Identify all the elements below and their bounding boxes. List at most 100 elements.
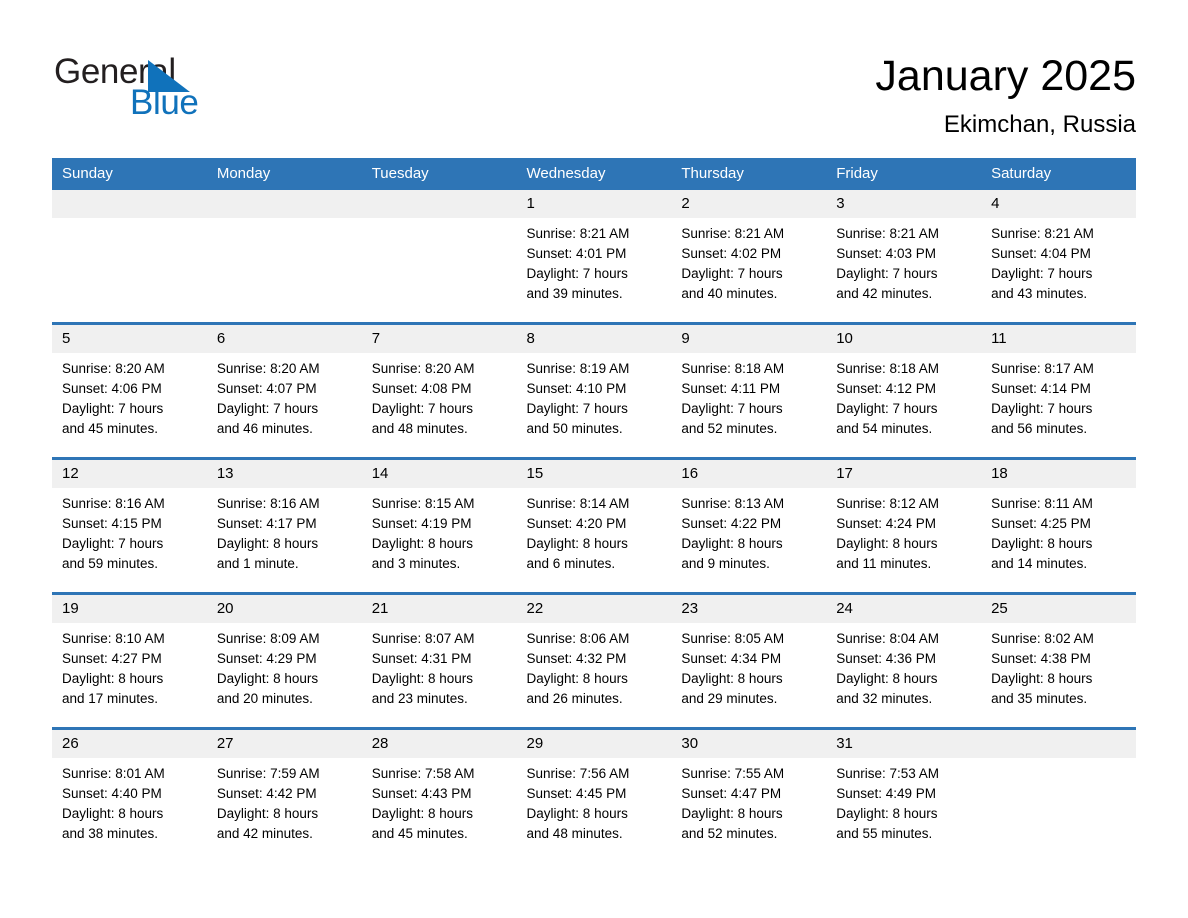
- logo-text-blue: Blue: [130, 83, 199, 122]
- sunrise-text: Sunrise: 8:21 AM: [836, 226, 940, 241]
- sunrise-text: Sunrise: 7:58 AM: [371, 766, 475, 781]
- calendar-week-row: 19 Sunrise: 8:10 AM Sunset: 4:27 PM Dayligh…: [52, 592, 1136, 713]
- sunset-text: Sunset: 4:36 PM: [836, 651, 937, 666]
- sunrise-text: Sunrise: 8:20 AM: [62, 361, 165, 376]
- calendar-day-cell[interactable]: 23 Sunrise: 8:05 AM Sunset: 4:34 PM Dayligh…: [671, 592, 827, 713]
- calendar-day-cell[interactable]: 11 Sunrise: 8:17 AM Sunset: 4:14 PM Dayligh…: [981, 322, 1136, 443]
- sunrise-text: Sunrise: 8:05 AM: [681, 631, 785, 646]
- sunrise-text: Sunrise: 8:07 AM: [371, 631, 475, 646]
- sunset-text: Sunset: 4:38 PM: [991, 651, 1091, 666]
- dow-header-tuesday: Tuesday: [361, 158, 517, 190]
- sunrise-text: Sunrise: 8:21 AM: [991, 226, 1094, 241]
- daylight-text: and 52 minutes.: [681, 826, 778, 841]
- calendar-day-cell[interactable]: 30 Sunrise: 7:55 AM Sunset: 4:47 PM Dayligh…: [671, 727, 827, 848]
- daylight-text: Daylight: 8 hours: [836, 671, 938, 686]
- day-number: 19: [52, 595, 207, 623]
- daylight-text: and 45 minutes.: [371, 826, 468, 841]
- calendar-day-cell[interactable]: 4 Sunrise: 8:21 AM Sunset: 4:04 PM Daylight…: [981, 190, 1136, 308]
- daylight-text: and 29 minutes.: [681, 691, 778, 706]
- calendar-day-cell[interactable]: 28 Sunrise: 7:58 AM Sunset: 4:43 PM Dayligh…: [361, 727, 517, 848]
- calendar-day-cell[interactable]: 9 Sunrise: 8:18 AM Sunset: 4:11 PM Daylight…: [671, 322, 827, 443]
- sunrise-text: Sunrise: 8:16 AM: [62, 496, 165, 511]
- week-spacer: [52, 713, 1136, 729]
- daylight-text: and 9 minutes.: [681, 556, 770, 571]
- daylight-text: Daylight: 7 hours: [62, 401, 164, 416]
- calendar-day-cell[interactable]: 26 Sunrise: 8:01 AM Sunset: 4:40 PM Dayligh…: [52, 727, 207, 848]
- calendar-day-cell[interactable]: 17 Sunrise: 8:12 AM Sunset: 4:24 PM Dayligh…: [826, 457, 982, 578]
- calendar-day-cell[interactable]: 20 Sunrise: 8:09 AM Sunset: 4:29 PM Dayligh…: [206, 592, 362, 713]
- day-number: 25: [981, 595, 1136, 623]
- sunset-text: Sunset: 4:01 PM: [526, 246, 627, 261]
- calendar-day-cell[interactable]: 8 Sunrise: 8:19 AM Sunset: 4:10 PM Daylight…: [516, 322, 672, 443]
- sunset-text: Sunset: 4:32 PM: [526, 651, 627, 666]
- day-details: Sunrise: 8:15 AM Sunset: 4:19 PM Daylight:…: [362, 488, 517, 574]
- daylight-text: and 45 minutes.: [62, 421, 159, 436]
- calendar-day-cell[interactable]: 15 Sunrise: 8:14 AM Sunset: 4:20 PM Dayligh…: [516, 457, 672, 578]
- calendar-day-cell[interactable]: 1 Sunrise: 8:21 AM Sunset: 4:01 PM Daylight…: [516, 190, 672, 308]
- calendar-day-cell[interactable]: 2 Sunrise: 8:21 AM Sunset: 4:02 PM Daylight…: [671, 190, 827, 308]
- daylight-text: Daylight: 8 hours: [836, 806, 938, 821]
- dow-header-sunday: Sunday: [52, 158, 207, 190]
- daylight-text: and 17 minutes.: [62, 691, 159, 706]
- calendar-day-cell[interactable]: 16 Sunrise: 8:13 AM Sunset: 4:22 PM Dayligh…: [671, 457, 827, 578]
- generalblue-logo[interactable]: General Blue: [54, 52, 294, 124]
- sunset-text: Sunset: 4:06 PM: [62, 381, 162, 396]
- calendar-day-cell[interactable]: 18 Sunrise: 8:11 AM Sunset: 4:25 PM Dayligh…: [981, 457, 1136, 578]
- day-details: Sunrise: 8:21 AM Sunset: 4:02 PM Daylight:…: [671, 218, 826, 304]
- calendar-day-cell[interactable]: 27 Sunrise: 7:59 AM Sunset: 4:42 PM Dayligh…: [206, 727, 362, 848]
- day-number: 3: [826, 190, 982, 218]
- sunrise-text: Sunrise: 8:10 AM: [62, 631, 165, 646]
- calendar-day-cell[interactable]: 7 Sunrise: 8:20 AM Sunset: 4:08 PM Daylight…: [361, 322, 517, 443]
- calendar-week-row: 12 Sunrise: 8:16 AM Sunset: 4:15 PM Dayligh…: [52, 457, 1136, 578]
- dow-header-friday: Friday: [826, 158, 982, 190]
- calendar-day-cell[interactable]: 21 Sunrise: 8:07 AM Sunset: 4:31 PM Dayligh…: [361, 592, 517, 713]
- daylight-text: Daylight: 7 hours: [836, 401, 938, 416]
- daylight-text: and 50 minutes.: [526, 421, 623, 436]
- sunrise-text: Sunrise: 8:17 AM: [991, 361, 1094, 376]
- sunset-text: Sunset: 4:42 PM: [216, 786, 317, 801]
- daylight-text: and 59 minutes.: [62, 556, 159, 571]
- sunset-text: Sunset: 4:08 PM: [371, 381, 472, 396]
- sunrise-text: Sunrise: 8:15 AM: [371, 496, 475, 511]
- daylight-text: and 40 minutes.: [681, 286, 778, 301]
- calendar-day-cell-empty: [361, 190, 517, 308]
- week-spacer-cell: [52, 443, 1136, 459]
- daylight-text: Daylight: 8 hours: [681, 806, 783, 821]
- calendar-day-cell[interactable]: 3 Sunrise: 8:21 AM Sunset: 4:03 PM Daylight…: [826, 190, 982, 308]
- day-number: [206, 190, 362, 218]
- sunrise-text: Sunrise: 8:11 AM: [991, 496, 1093, 511]
- calendar-day-cell[interactable]: 29 Sunrise: 7:56 AM Sunset: 4:45 PM Dayligh…: [516, 727, 672, 848]
- sunset-text: Sunset: 4:34 PM: [681, 651, 782, 666]
- daylight-text: Daylight: 7 hours: [991, 266, 1093, 281]
- sunset-text: Sunset: 4:17 PM: [216, 516, 317, 531]
- daylight-text: Daylight: 7 hours: [371, 401, 473, 416]
- daylight-text: and 32 minutes.: [836, 691, 933, 706]
- calendar-day-cell[interactable]: 14 Sunrise: 8:15 AM Sunset: 4:19 PM Dayligh…: [361, 457, 517, 578]
- dow-header-thursday: Thursday: [671, 158, 827, 190]
- calendar-day-cell[interactable]: 22 Sunrise: 8:06 AM Sunset: 4:32 PM Dayligh…: [516, 592, 672, 713]
- day-number: [361, 190, 517, 218]
- sunset-text: Sunset: 4:19 PM: [371, 516, 472, 531]
- day-details: Sunrise: 8:20 AM Sunset: 4:07 PM Daylight:…: [207, 353, 362, 439]
- daylight-text: and 55 minutes.: [836, 826, 933, 841]
- calendar-day-cell[interactable]: 5 Sunrise: 8:20 AM Sunset: 4:06 PM Daylight…: [52, 322, 207, 443]
- title-block: January 2025 Ekimchan, Russia: [875, 50, 1136, 140]
- daylight-text: and 26 minutes.: [526, 691, 623, 706]
- calendar-day-cell[interactable]: 24 Sunrise: 8:04 AM Sunset: 4:36 PM Dayligh…: [826, 592, 982, 713]
- calendar-day-cell[interactable]: 10 Sunrise: 8:18 AM Sunset: 4:12 PM Dayligh…: [826, 322, 982, 443]
- day-number: 27: [206, 730, 362, 758]
- calendar-day-cell[interactable]: 19 Sunrise: 8:10 AM Sunset: 4:27 PM Dayligh…: [52, 592, 207, 713]
- day-details: Sunrise: 8:07 AM Sunset: 4:31 PM Daylight:…: [362, 623, 517, 709]
- calendar-day-cell-empty: [981, 727, 1136, 848]
- calendar-day-cell[interactable]: 12 Sunrise: 8:16 AM Sunset: 4:15 PM Dayligh…: [52, 457, 207, 578]
- calendar-day-cell[interactable]: 13 Sunrise: 8:16 AM Sunset: 4:17 PM Dayligh…: [206, 457, 362, 578]
- week-spacer-cell: [52, 578, 1136, 594]
- calendar-day-cell[interactable]: 25 Sunrise: 8:02 AM Sunset: 4:38 PM Dayligh…: [981, 592, 1136, 713]
- day-number: 4: [981, 190, 1136, 218]
- dow-header-wednesday: Wednesday: [516, 158, 672, 190]
- sunrise-text: Sunrise: 8:14 AM: [526, 496, 630, 511]
- calendar-day-cell[interactable]: 31 Sunrise: 7:53 AM Sunset: 4:49 PM Dayligh…: [826, 727, 982, 848]
- sunset-text: Sunset: 4:02 PM: [681, 246, 782, 261]
- calendar-day-cell[interactable]: 6 Sunrise: 8:20 AM Sunset: 4:07 PM Daylight…: [206, 322, 362, 443]
- day-number: 7: [361, 325, 517, 353]
